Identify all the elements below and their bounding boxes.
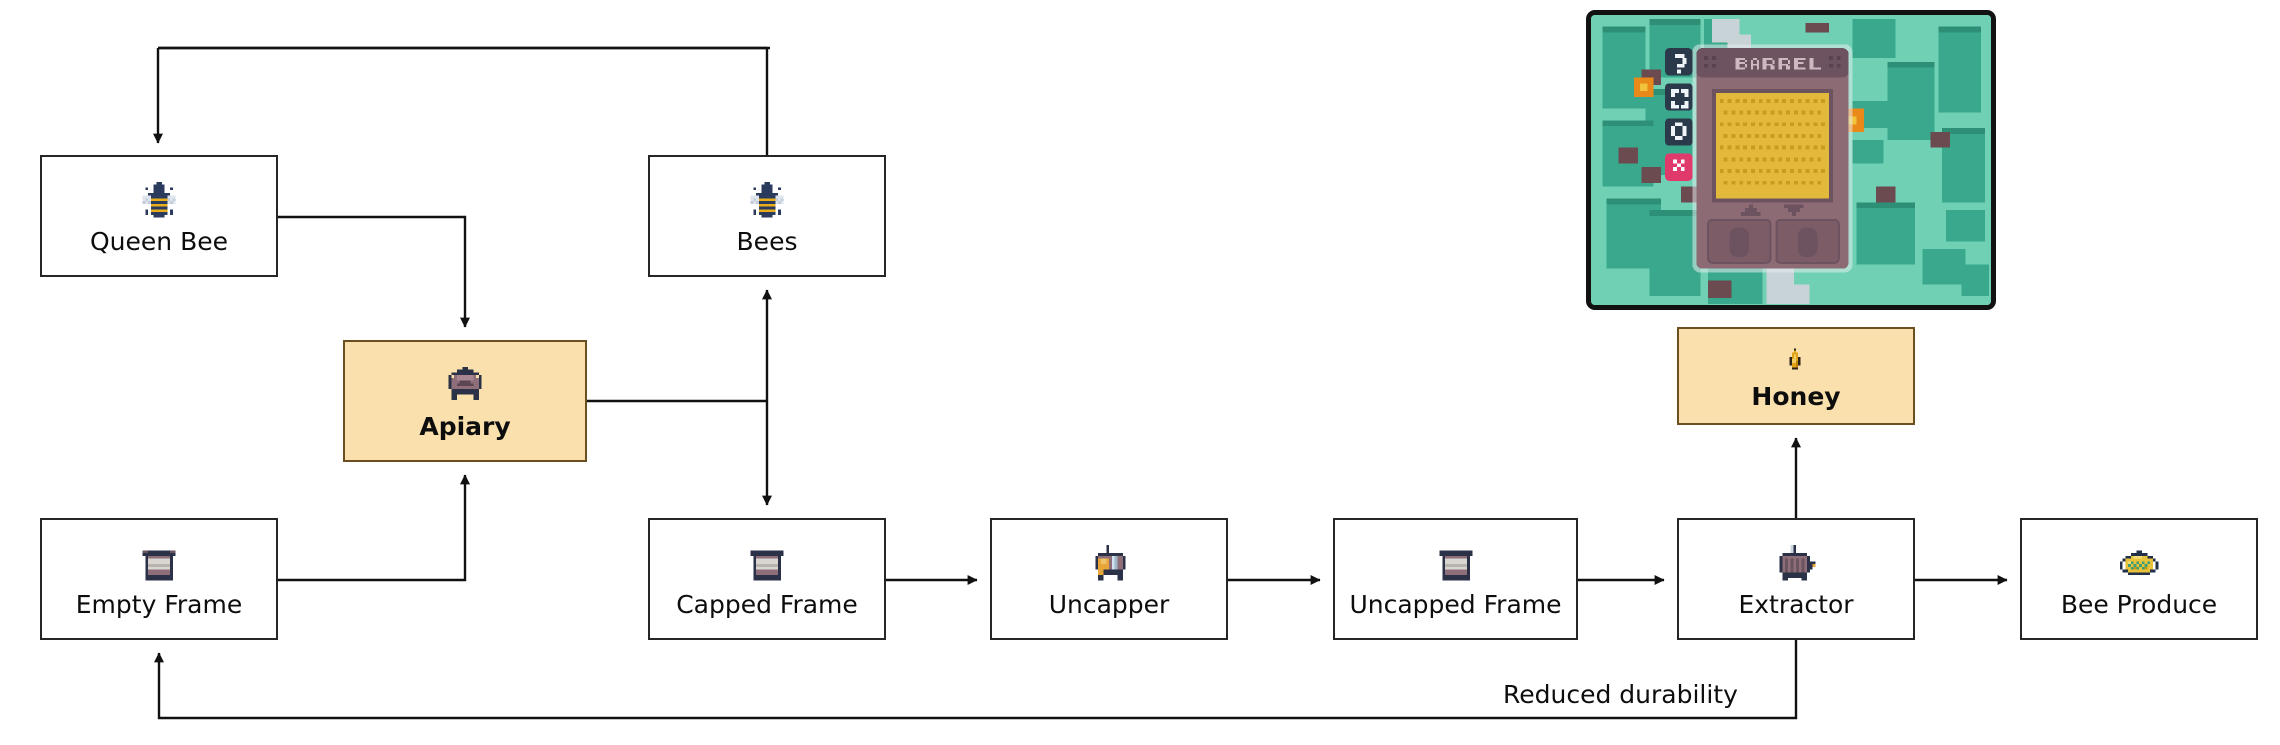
node-label: Queen Bee [90, 226, 228, 256]
node-label: Bees [736, 226, 798, 256]
barrel-ui-art [1591, 15, 1991, 305]
extractor-icon [1779, 544, 1816, 580]
uncapper-icon [1095, 544, 1126, 580]
node-label: Empty Frame [75, 589, 243, 619]
capped-frame-icon [750, 549, 784, 580]
bee-produce-icon [2119, 549, 2159, 575]
bee-icon [750, 181, 784, 217]
node-capped-frame[interactable]: Capped Frame [648, 518, 886, 640]
node-uncapped-frame[interactable]: Uncapped Frame [1333, 518, 1578, 640]
node-label: Bee Produce [2060, 589, 2218, 619]
node-empty-frame[interactable]: Empty Frame [40, 518, 278, 640]
node-bees[interactable]: Bees [648, 155, 886, 277]
edge-label-reduced-durability: Reduced durability [1497, 682, 1744, 707]
apiary-icon [448, 366, 482, 400]
node-uncapper[interactable]: Uncapper [990, 518, 1228, 640]
node-label: Uncapped Frame [1349, 589, 1562, 619]
barrel-ui-screenshot [1586, 10, 1996, 310]
edge-empty-to-apiary [278, 474, 470, 582]
node-label: Apiary [419, 411, 511, 441]
node-extractor[interactable]: Extractor [1677, 518, 1915, 640]
node-label: Extractor [1738, 589, 1854, 619]
node-label: Honey [1751, 381, 1841, 411]
honey-drop-icon [1789, 347, 1801, 369]
queen-bee-icon [142, 181, 176, 217]
node-bee-produce[interactable]: Bee Produce [2020, 518, 2258, 640]
node-queen-bee[interactable]: Queen Bee [40, 155, 278, 277]
empty-frame-icon [142, 549, 176, 580]
diagram-canvas: Queen Bee Bees Apiary Empty Frame Capped… [0, 0, 2280, 745]
node-label: Capped Frame [676, 589, 858, 619]
uncapped-frame-icon [1439, 549, 1472, 580]
edge-queen-to-apiary [278, 215, 470, 328]
node-apiary[interactable]: Apiary [343, 340, 587, 462]
node-label: Uncapper [1048, 589, 1170, 619]
node-honey[interactable]: Honey [1677, 327, 1915, 425]
